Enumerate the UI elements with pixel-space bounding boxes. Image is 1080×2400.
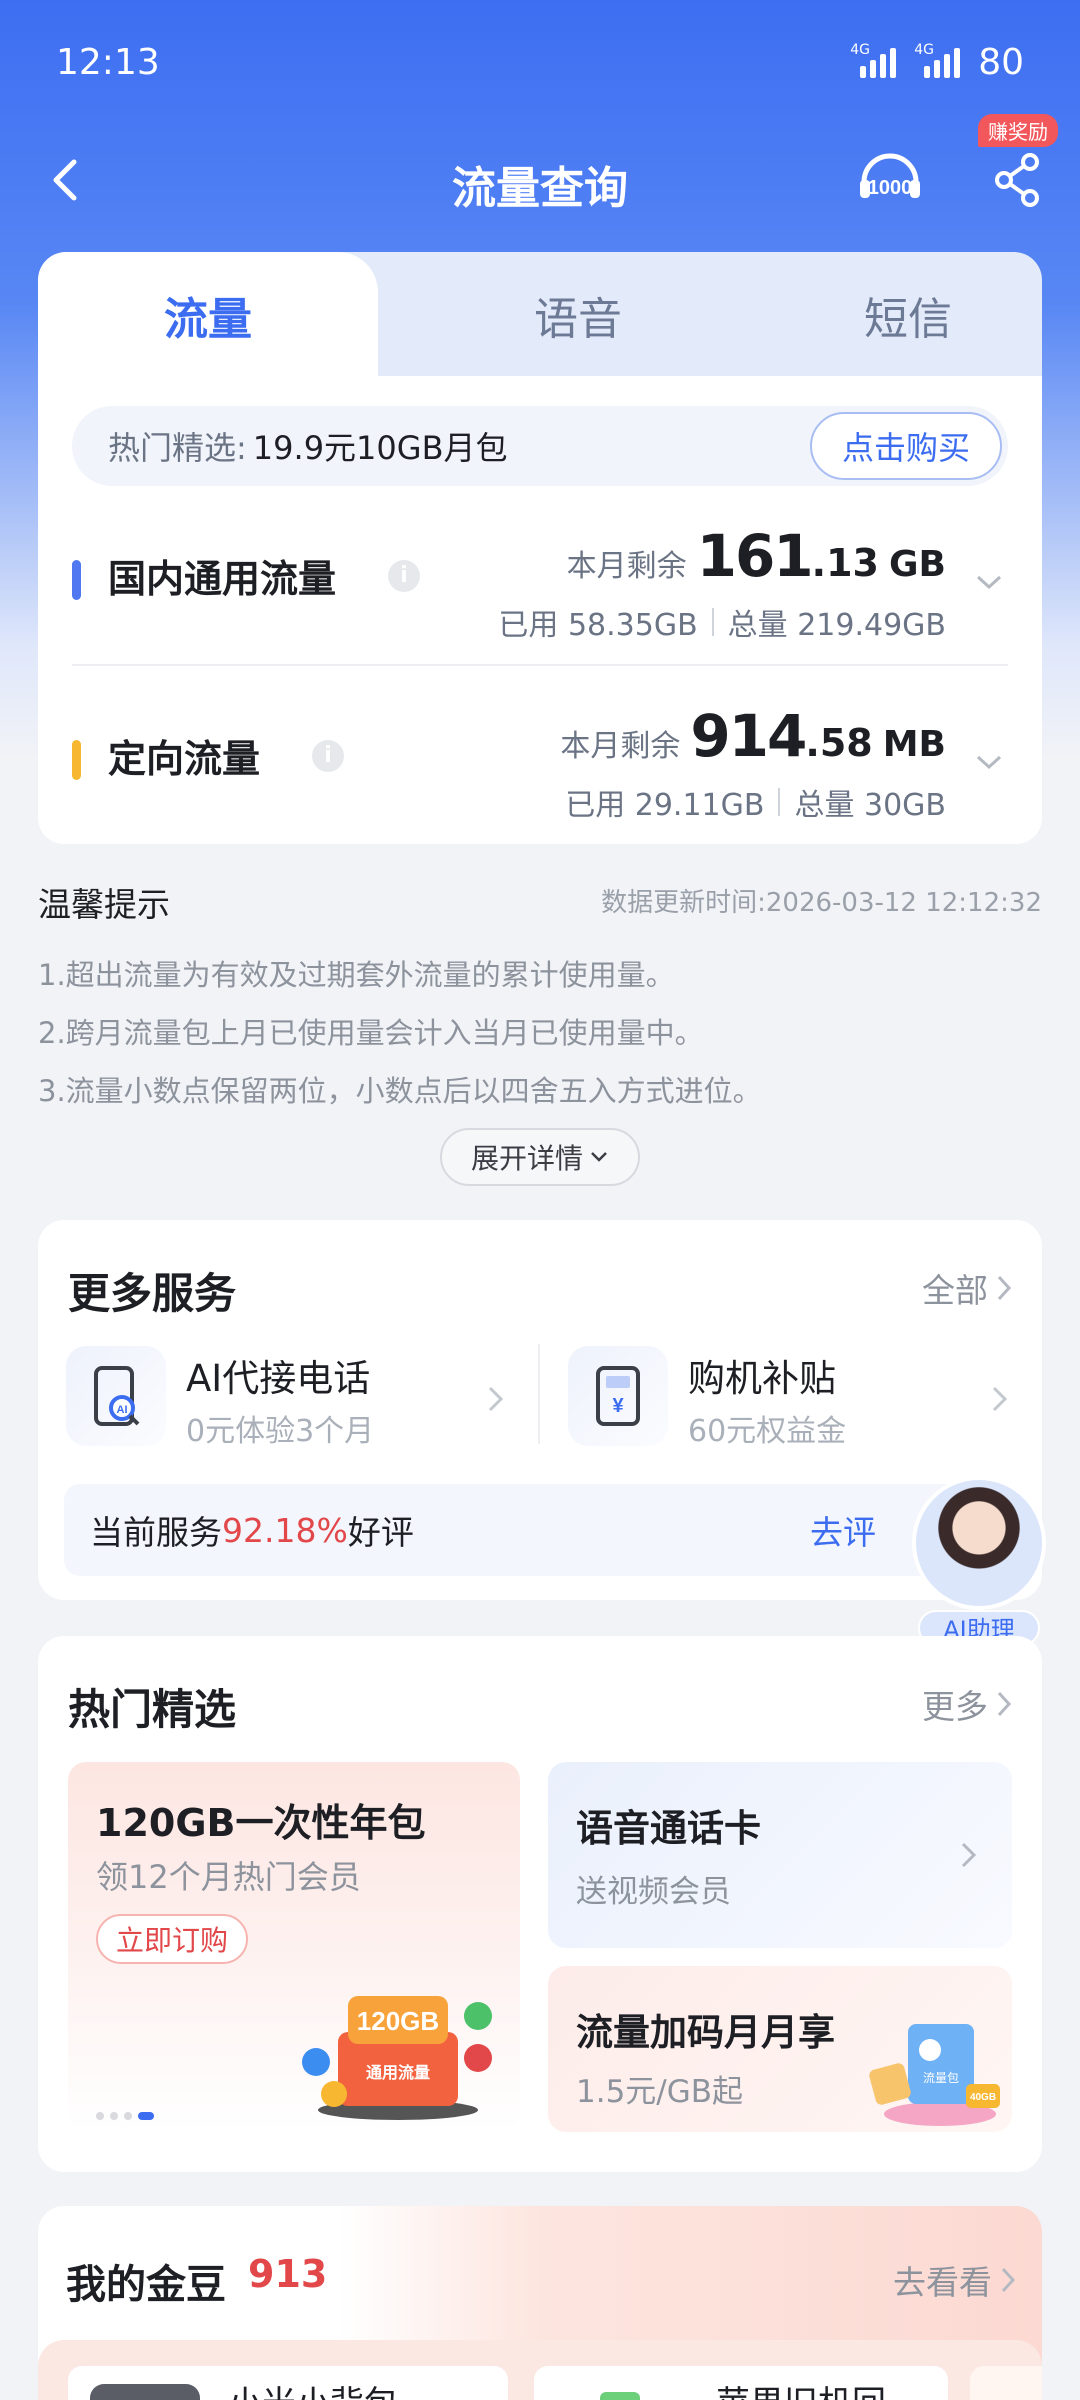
chevron-down-icon[interactable] xyxy=(974,752,1004,772)
more-services-card: 更多服务 全部 AI AI代接电话 0元体验3个月 ¥ 购机补贴 60元权益金 … xyxy=(38,1220,1042,1600)
bean-item[interactable]: 苹果旧机回 xyxy=(534,2366,948,2400)
chevron-right-icon xyxy=(997,1691,1012,1717)
signal-icon: 4G xyxy=(914,42,961,78)
chevron-right-icon xyxy=(992,1386,1008,1412)
section-title: 热门精选 xyxy=(68,1685,237,1734)
tab-data[interactable]: 流量 xyxy=(38,252,378,378)
usage-summary: 已用 29.11GB 总量 30GB xyxy=(565,788,946,823)
chevron-down-icon[interactable] xyxy=(974,572,1004,592)
general-data-row[interactable]: 国内通用流量 i 本月剩余 161.13 GB 已用 58.35GB 总量 219… xyxy=(72,522,1008,672)
status-bar: 12:13 4G 4G 80 xyxy=(56,36,1024,88)
row-name: 国内通用流量 xyxy=(108,557,337,601)
signal-icon: 4G xyxy=(850,42,897,78)
service-ai-call[interactable]: AI AI代接电话 0元体验3个月 xyxy=(66,1346,516,1449)
hot-picks-card: 热门精选 更多 120GB一次性年包 领12个月热门会员 立即订购 120GB … xyxy=(38,1636,1042,2172)
service-rating: 当前服务 92.18% 好评 去评 xyxy=(64,1484,1016,1576)
info-icon[interactable]: i xyxy=(388,560,420,592)
promo-voice-card[interactable]: 语音通话卡 送视频会员 xyxy=(548,1762,1012,1948)
remaining-amount: 本月剩余 914.58 MB xyxy=(560,702,946,770)
status-time: 12:13 xyxy=(56,41,160,83)
tip-item: 1.超出流量为有效及过期套外流量的累计使用量。 xyxy=(38,958,675,992)
share-icon[interactable] xyxy=(990,150,1046,210)
battery-level: 80 xyxy=(978,41,1024,83)
row-indicator xyxy=(72,740,81,780)
svg-text:¥: ¥ xyxy=(612,1395,624,1417)
assistant-avatar xyxy=(912,1476,1046,1610)
chevron-down-icon xyxy=(591,1152,607,1162)
section-title: 我的金豆 xyxy=(66,2262,226,2308)
service-subsidy[interactable]: ¥ 购机补贴 60元权益金 xyxy=(568,1346,1018,1449)
section-title: 更多服务 xyxy=(68,1269,237,1318)
data-usage-card: 热门精选: 19.9元10GB月包 点击购买 国内通用流量 i 本月剩余 161… xyxy=(38,376,1042,844)
bean-item[interactable]: 小米小背包 xyxy=(68,2366,508,2400)
buy-button[interactable]: 点击购买 xyxy=(809,412,1002,480)
tip-item: 3.流量小数点保留两位，小数点后以四舍五入方式进位。 xyxy=(38,1074,762,1108)
tip-item: 2.跨月流量包上月已使用量会计入当月已使用量中。 xyxy=(38,1016,704,1050)
data-pack-gift-icon: 流量包 40GB xyxy=(869,2024,1000,2126)
info-icon[interactable]: i xyxy=(312,740,344,772)
tab-voice[interactable]: 语音 xyxy=(398,252,758,378)
reward-badge[interactable]: 赚奖励 xyxy=(978,114,1058,147)
svg-text:通用流量: 通用流量 xyxy=(366,2063,430,2082)
row-name: 定向流量 xyxy=(108,737,261,781)
svg-text:40GB: 40GB xyxy=(970,2092,996,2103)
gold-beans-card: 我的金豆 913 去看看 小米小背包 苹果旧机回 xyxy=(38,2206,1042,2400)
phone-image xyxy=(600,2392,640,2400)
row-indicator xyxy=(72,560,81,600)
more-link[interactable]: 更多 xyxy=(922,1680,1012,1728)
svg-text:流量包: 流量包 xyxy=(923,2071,959,2085)
bean-item[interactable] xyxy=(970,2366,1042,2400)
view-beans-link[interactable]: 去看看 xyxy=(893,2256,1016,2304)
ai-phone-icon: AI xyxy=(66,1346,166,1446)
svg-text:AI: AI xyxy=(117,1404,128,1416)
chevron-right-icon xyxy=(961,1842,977,1868)
view-all-link[interactable]: 全部 xyxy=(922,1264,1012,1312)
rate-link[interactable]: 去评 xyxy=(810,1506,876,1554)
expand-details-button[interactable]: 展开详情 xyxy=(440,1128,640,1186)
order-button[interactable]: 立即订购 xyxy=(96,1914,249,1964)
promo-data-boost[interactable]: 流量加码月月享 1.5元/GB起 流量包 40GB xyxy=(548,1966,1012,2132)
carousel-dots xyxy=(96,2112,154,2120)
tips-title: 温馨提示 xyxy=(38,885,170,924)
promo-banner[interactable]: 热门精选: 19.9元10GB月包 点击购买 xyxy=(72,406,1008,486)
10000-icon[interactable]: 1000 xyxy=(856,148,924,216)
svg-text:120GB: 120GB xyxy=(357,2006,439,2036)
divider xyxy=(72,664,1008,666)
chevron-right-icon xyxy=(1001,2267,1016,2293)
promo-annual-pack[interactable]: 120GB一次性年包 领12个月热门会员 立即订购 120GB 通用流量 xyxy=(68,1762,520,2132)
usage-summary: 已用 58.35GB 总量 219.49GB xyxy=(498,608,946,643)
svg-text:1000: 1000 xyxy=(868,177,913,199)
navbar: 流量查询 1000 xyxy=(0,140,1080,220)
directional-data-row[interactable]: 定向流量 i 本月剩余 914.58 MB 已用 29.11GB 总量 30GB xyxy=(72,702,1008,852)
tab-bar: 语音 短信 流量 xyxy=(38,252,1042,378)
backpack-image xyxy=(90,2384,200,2400)
promo-key: 热门精选: xyxy=(108,429,247,467)
tab-sms[interactable]: 短信 xyxy=(738,252,1042,378)
receipt-yuan-icon: ¥ xyxy=(568,1346,668,1446)
data-package-illustration: 120GB 通用流量 xyxy=(302,1996,492,2120)
divider xyxy=(538,1344,540,1444)
ai-assistant[interactable]: AI助理 xyxy=(908,1476,1050,1646)
promo-value: 19.9元10GB月包 xyxy=(252,429,508,467)
bean-count: 913 xyxy=(248,2252,328,2296)
chevron-right-icon xyxy=(997,1275,1012,1301)
update-time: 数据更新时间:2026-03-12 12:12:32 xyxy=(601,888,1042,918)
chevron-right-icon xyxy=(488,1386,504,1412)
remaining-amount: 本月剩余 161.13 GB xyxy=(566,522,946,590)
